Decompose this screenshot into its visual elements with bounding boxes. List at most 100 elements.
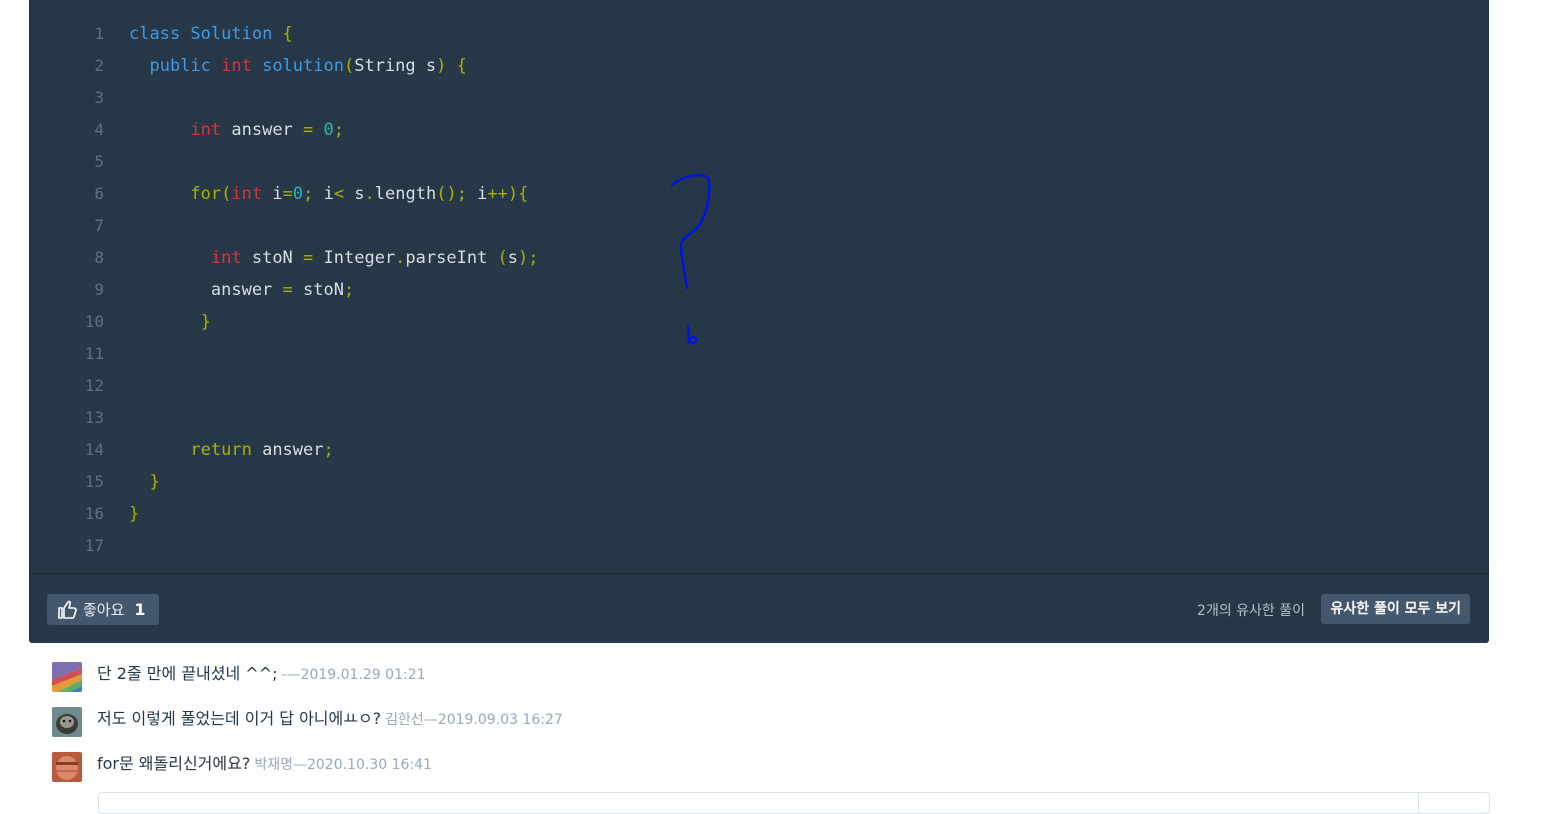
code-line: 15 }	[29, 466, 1489, 498]
code-token: s	[507, 248, 519, 268]
code-line: 16}	[29, 498, 1489, 530]
comment-item: for문 왜돌리신거에요? 박재명—2020.10.30 16:41	[52, 745, 1482, 790]
code-token: parseInt	[405, 248, 498, 268]
line-number: 7	[94, 216, 104, 235]
code-token: ;	[333, 120, 345, 140]
like-count: 1	[134, 600, 146, 619]
comment-text: 저도 이렇게 풀었는데 이거 답 아니에ㅛㅇ?	[97, 709, 382, 728]
code-token: {	[272, 24, 293, 44]
code-token: i	[272, 184, 283, 204]
code-token: length	[374, 184, 437, 204]
view-similar-button[interactable]: 유사한 풀이 모두 보기	[1321, 594, 1470, 624]
code-line: 3	[29, 82, 1489, 114]
code-token: .	[395, 248, 406, 268]
code-line: 11	[29, 338, 1489, 370]
code-token: class	[129, 24, 191, 44]
code-token: 0	[323, 120, 334, 140]
code-token: stoN	[251, 248, 304, 268]
code-viewer: 1 class Solution {2 public int solution(S…	[29, 0, 1489, 643]
code-token: int	[231, 184, 273, 204]
line-number: 13	[84, 408, 104, 427]
line-number: 3	[94, 88, 104, 107]
line-number: 8	[94, 248, 104, 267]
code-token: =	[303, 248, 324, 268]
comment-meta: 박재명—2020.10.30 16:41	[254, 757, 432, 773]
code-line: 13	[29, 402, 1489, 434]
code-token: =	[303, 120, 324, 140]
comment-text: for문 왜돌리신거에요?	[97, 754, 251, 773]
code-line: 5	[29, 146, 1489, 178]
code-token: stoN	[303, 280, 344, 300]
code-line: 10 }	[29, 306, 1489, 338]
avatar[interactable]	[52, 752, 82, 782]
code-text: }	[129, 306, 211, 338]
code-token: int	[210, 248, 252, 268]
code-token: (	[497, 248, 508, 268]
line-number: 1	[94, 24, 104, 43]
line-number: 11	[84, 344, 104, 363]
code-line: 8 int stoN = Integer.parseInt (s);	[29, 242, 1489, 274]
code-line: 6 for(int i=0; i< s.length(); i++){	[29, 178, 1489, 210]
code-token: ;	[323, 440, 334, 460]
code-token: ++){	[487, 184, 529, 204]
similar-count-text: 2개의 유사한 풀이	[1197, 603, 1305, 619]
like-button[interactable]: 좋아요 1	[47, 594, 159, 625]
code-token: answer	[129, 280, 283, 300]
code-text: return answer;	[129, 434, 334, 466]
code-text: int stoN = Integer.parseInt (s);	[129, 242, 539, 274]
code-token: int	[221, 56, 263, 76]
line-number: 16	[84, 504, 104, 523]
comment-meta: -—2019.01.29 01:21	[281, 667, 426, 683]
code-line: 4 int answer = 0;	[29, 114, 1489, 146]
code-token: answer	[262, 440, 324, 460]
like-label: 좋아요	[83, 601, 125, 619]
code-line: 17	[29, 530, 1489, 562]
line-number: 10	[84, 312, 104, 331]
code-token: for(	[190, 184, 232, 204]
code-text: }	[129, 498, 139, 530]
comment-list: 단 2줄 만에 끝내셨네 ^^; -—2019.01.29 01:21 저도 이렇…	[52, 655, 1482, 790]
code-area: 1 class Solution {2 public int solution(S…	[29, 18, 1489, 562]
comment-meta: 김한선—2019.09.03 16:27	[385, 712, 563, 728]
comment-item: 단 2줄 만에 끝내셨네 ^^; -—2019.01.29 01:21	[52, 655, 1482, 700]
line-number: 4	[94, 120, 104, 139]
code-text: }	[129, 466, 160, 498]
code-token: .	[364, 184, 375, 204]
code-token: }	[129, 504, 140, 524]
code-line: 7	[29, 210, 1489, 242]
line-number: 14	[84, 440, 104, 459]
code-line: 9 answer = stoN;	[29, 274, 1489, 306]
code-token: Integer	[323, 248, 396, 268]
code-footer: 좋아요 1 2개의 유사한 풀이 유사한 풀이 모두 보기	[29, 573, 1489, 644]
code-token: public	[129, 56, 222, 76]
code-token: }	[129, 472, 160, 492]
line-number: 15	[84, 472, 104, 491]
comment-body: 단 2줄 만에 끝내셨네 ^^; -—2019.01.29 01:21	[97, 660, 426, 684]
code-token: ;	[343, 280, 355, 300]
code-token: i	[323, 184, 334, 204]
code-token: return	[190, 440, 263, 460]
line-number: 12	[84, 376, 104, 395]
comment-text: 단 2줄 만에 끝내셨네 ^^;	[97, 664, 278, 683]
code-text: int answer = 0;	[129, 114, 344, 146]
thumbs-up-icon	[58, 600, 77, 619]
code-token: (	[343, 56, 355, 76]
code-token: solution	[262, 56, 344, 76]
code-text: for(int i=0; i< s.length(); i++){	[129, 178, 528, 210]
code-line: 14 return answer;	[29, 434, 1489, 466]
line-number: 6	[94, 184, 104, 203]
code-text: answer = stoN;	[129, 274, 354, 306]
comment-input[interactable]	[98, 792, 1490, 814]
code-token: =	[282, 184, 293, 204]
avatar[interactable]	[52, 662, 82, 692]
avatar[interactable]	[52, 707, 82, 737]
comment-body: for문 왜돌리신거에요? 박재명—2020.10.30 16:41	[97, 750, 432, 774]
code-token: s	[354, 184, 365, 204]
line-number: 9	[94, 280, 104, 299]
code-line: 2 public int solution(String s) {	[29, 50, 1489, 82]
code-token: String s	[354, 56, 437, 76]
